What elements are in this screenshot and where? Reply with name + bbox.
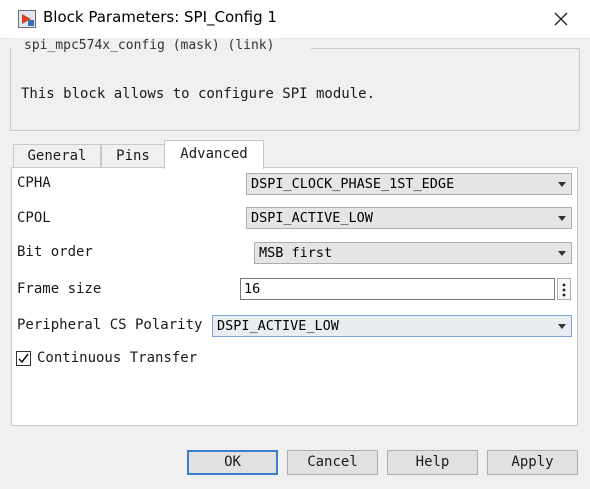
cs-polarity-label: Peripheral CS Polarity (17, 317, 203, 333)
bit-order-value: MSB first (259, 245, 333, 261)
ok-button[interactable]: OK (187, 450, 278, 475)
tab-advanced-label: Advanced (180, 146, 248, 162)
cpha-value: DSPI_CLOCK_PHASE_1ST_EDGE (251, 176, 455, 192)
chevron-down-icon (558, 182, 566, 187)
mask-description-group: spi_mpc574x_config (mask) (link) This bl… (10, 38, 580, 131)
mask-description: This block allows to configure SPI modul… (21, 86, 376, 102)
advanced-panel: CPHA DSPI_CLOCK_PHASE_1ST_EDGE CPOL DSPI… (11, 167, 578, 426)
tab-pins[interactable]: Pins (101, 144, 165, 168)
help-button[interactable]: Help (387, 450, 478, 475)
cs-polarity-select[interactable]: DSPI_ACTIVE_LOW (212, 315, 572, 337)
frame-size-more-button[interactable] (557, 278, 571, 300)
cpol-label: CPOL (17, 210, 51, 226)
tab-general[interactable]: General (13, 144, 101, 168)
continuous-transfer-checkbox[interactable] (16, 351, 31, 366)
frame-size-label: Frame size (17, 281, 102, 297)
window-title: Block Parameters: SPI_Config 1 (43, 8, 277, 26)
chevron-down-icon (558, 324, 566, 329)
cpha-label: CPHA (17, 175, 51, 191)
cpha-select[interactable]: DSPI_CLOCK_PHASE_1ST_EDGE (246, 173, 572, 195)
tab-advanced[interactable]: Advanced (164, 140, 264, 169)
checkmark-icon (18, 353, 29, 364)
continuous-transfer-label: Continuous Transfer (37, 350, 198, 366)
cpol-value: DSPI_ACTIVE_LOW (251, 210, 373, 226)
title-bar: Block Parameters: SPI_Config 1 (0, 0, 590, 39)
frame-size-input[interactable]: 16 (240, 278, 555, 300)
chevron-down-icon (558, 216, 566, 221)
bit-order-label: Bit order (17, 244, 93, 260)
cs-polarity-value: DSPI_ACTIVE_LOW (217, 318, 339, 334)
simulink-block-icon (18, 10, 36, 28)
mask-legend: spi_mpc574x_config (mask) (link) (11, 38, 281, 53)
frame-size-value: 16 (244, 281, 261, 297)
tab-general-label: General (27, 148, 87, 164)
group-border (311, 48, 579, 49)
chevron-down-icon (558, 251, 566, 256)
bit-order-select[interactable]: MSB first (254, 242, 572, 264)
vertical-ellipsis-icon (562, 283, 566, 297)
cancel-button[interactable]: Cancel (287, 450, 378, 475)
close-icon[interactable] (548, 6, 574, 32)
apply-button[interactable]: Apply (487, 450, 578, 475)
tab-pins-label: Pins (116, 148, 150, 164)
cpol-select[interactable]: DSPI_ACTIVE_LOW (246, 207, 572, 229)
